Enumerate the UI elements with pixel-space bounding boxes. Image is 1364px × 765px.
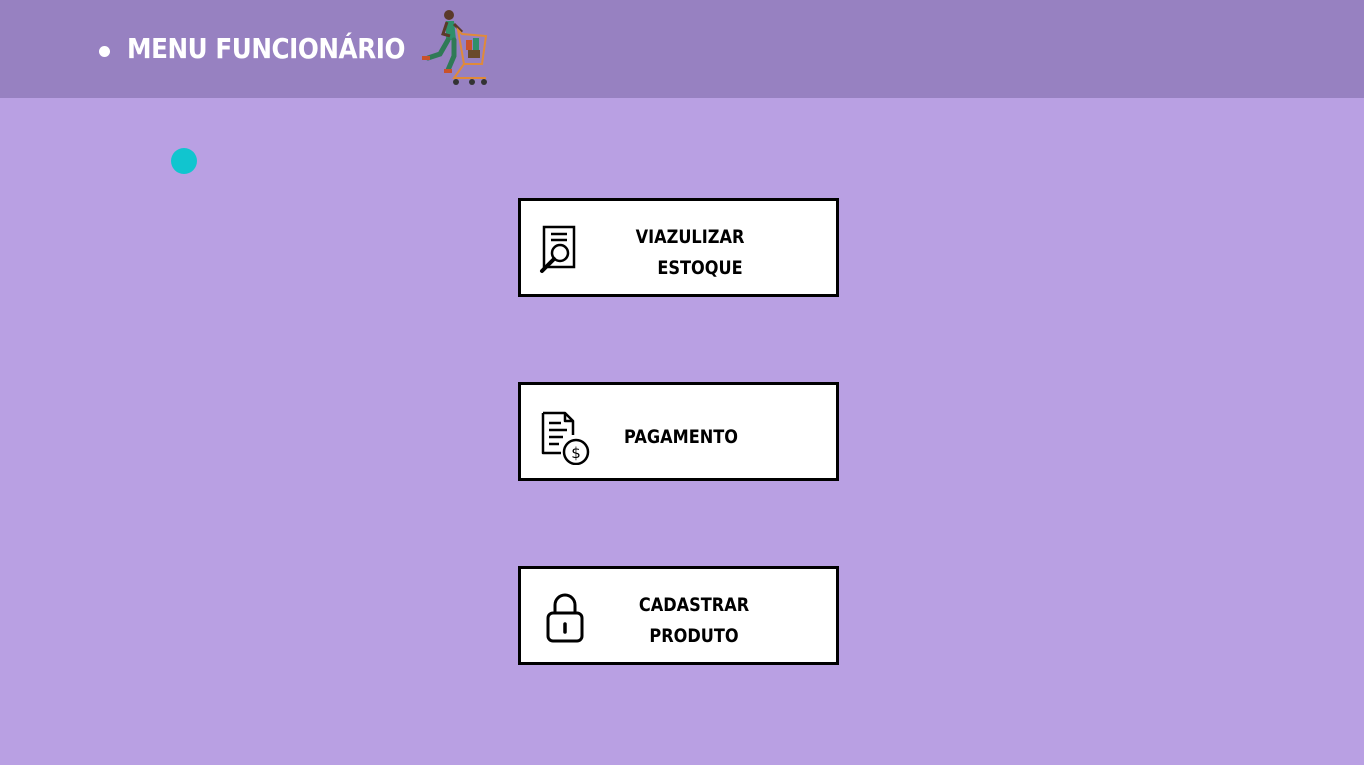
bullet-dot <box>99 46 110 57</box>
svg-text:$: $ <box>571 444 581 462</box>
payment-button[interactable]: $ PAGAMENTO <box>518 382 839 481</box>
accent-dot <box>171 148 197 174</box>
view-stock-button[interactable]: VIAZULIZAR ESTOQUE <box>518 198 839 297</box>
view-stock-label-line2: ESTOQUE <box>657 257 743 279</box>
register-product-label-line2: PRODUTO <box>649 625 739 647</box>
view-stock-label-line1: VIAZULIZAR <box>635 226 745 248</box>
payment-label: PAGAMENTO <box>624 426 738 448</box>
lock-icon <box>546 593 584 643</box>
search-document-icon <box>540 225 576 273</box>
shopping-cart-person-icon <box>422 10 488 85</box>
page-title: MENU FUNCIONÁRIO <box>127 32 405 65</box>
header-bar: MENU FUNCIONÁRIO <box>0 0 1364 98</box>
register-product-label-line1: CADASTRAR <box>638 594 750 616</box>
invoice-dollar-icon: $ <box>541 411 590 465</box>
register-product-button[interactable]: CADASTRAR PRODUTO <box>518 566 839 665</box>
